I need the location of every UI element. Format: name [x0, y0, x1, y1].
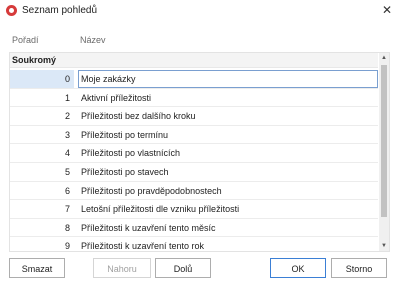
- table-row[interactable]: 9 Příležitosti k uzavření tento rok: [10, 237, 378, 252]
- row-order: 3: [64, 129, 70, 140]
- title-bar: Seznam pohledů ✕: [0, 0, 400, 22]
- row-order: 0: [10, 70, 74, 88]
- table-row[interactable]: 5 Příležitosti po stavech: [10, 163, 378, 182]
- row-order: 7: [64, 204, 70, 215]
- table-row[interactable]: 7 Letošní příležitosti dle vzniku příleži…: [10, 200, 378, 219]
- grid-rows: 0 Moje zakázky 1 Aktivní příležitosti 2 Příle…: [10, 70, 378, 252]
- table-row[interactable]: 8 Příležitosti k uzavření tento měsíc: [10, 219, 378, 238]
- column-header-order[interactable]: Pořadí: [12, 35, 39, 45]
- table-row[interactable]: 3 Příležitosti po termínu: [10, 126, 378, 145]
- scroll-up-icon[interactable]: ▲: [379, 53, 389, 63]
- row-order: 6: [64, 185, 70, 196]
- table-row[interactable]: 2 Příležitosti bez dalšího kroku: [10, 107, 378, 126]
- row-name: Příležitosti k uzavření tento měsíc: [81, 222, 216, 233]
- cancel-button[interactable]: Storno: [331, 258, 387, 278]
- ok-button[interactable]: OK: [270, 258, 326, 278]
- row-name: Příležitosti po termínu: [81, 129, 169, 140]
- group-header[interactable]: Soukromý: [10, 53, 378, 68]
- column-header-name[interactable]: Název: [80, 35, 106, 45]
- vertical-scrollbar[interactable]: ▲ ▼: [379, 53, 389, 251]
- row-name: Příležitosti bez dalšího kroku: [81, 111, 196, 122]
- table-row[interactable]: 4 Příležitosti po vlastnících: [10, 144, 378, 163]
- row-name: Moje zakázky: [78, 70, 378, 88]
- row-order: 2: [64, 111, 70, 122]
- table-row[interactable]: 1 Aktivní příležitosti: [10, 89, 378, 108]
- move-up-button[interactable]: Nahoru: [93, 258, 151, 278]
- row-name: Aktivní příležitosti: [81, 92, 152, 103]
- table-row[interactable]: 6 Příležitosti po pravděpodobnostech: [10, 182, 378, 201]
- row-name: Letošní příležitosti dle vzniku příležit…: [81, 204, 240, 215]
- views-grid: Soukromý 0 Moje zakázky 1 Aktivní příležito…: [9, 52, 390, 252]
- row-order: 4: [64, 148, 70, 159]
- window-title: Seznam pohledů: [22, 5, 98, 16]
- row-order: 5: [64, 166, 70, 177]
- move-down-button[interactable]: Dolů: [155, 258, 211, 278]
- row-order: 1: [64, 92, 70, 103]
- row-order: 9: [64, 241, 70, 252]
- row-name: Příležitosti po stavech: [81, 166, 169, 177]
- delete-button[interactable]: Smazat: [9, 258, 65, 278]
- row-order: 8: [64, 222, 70, 233]
- app-icon: [6, 5, 17, 16]
- row-name: Příležitosti po pravděpodobnostech: [81, 185, 222, 196]
- row-name: Příležitosti k uzavření tento rok: [81, 241, 205, 252]
- scrollbar-thumb[interactable]: [381, 65, 387, 217]
- table-row[interactable]: 0 Moje zakázky: [10, 70, 378, 89]
- close-icon[interactable]: ✕: [382, 3, 392, 17]
- scroll-down-icon[interactable]: ▼: [379, 241, 389, 251]
- row-name: Příležitosti po vlastnících: [81, 148, 181, 159]
